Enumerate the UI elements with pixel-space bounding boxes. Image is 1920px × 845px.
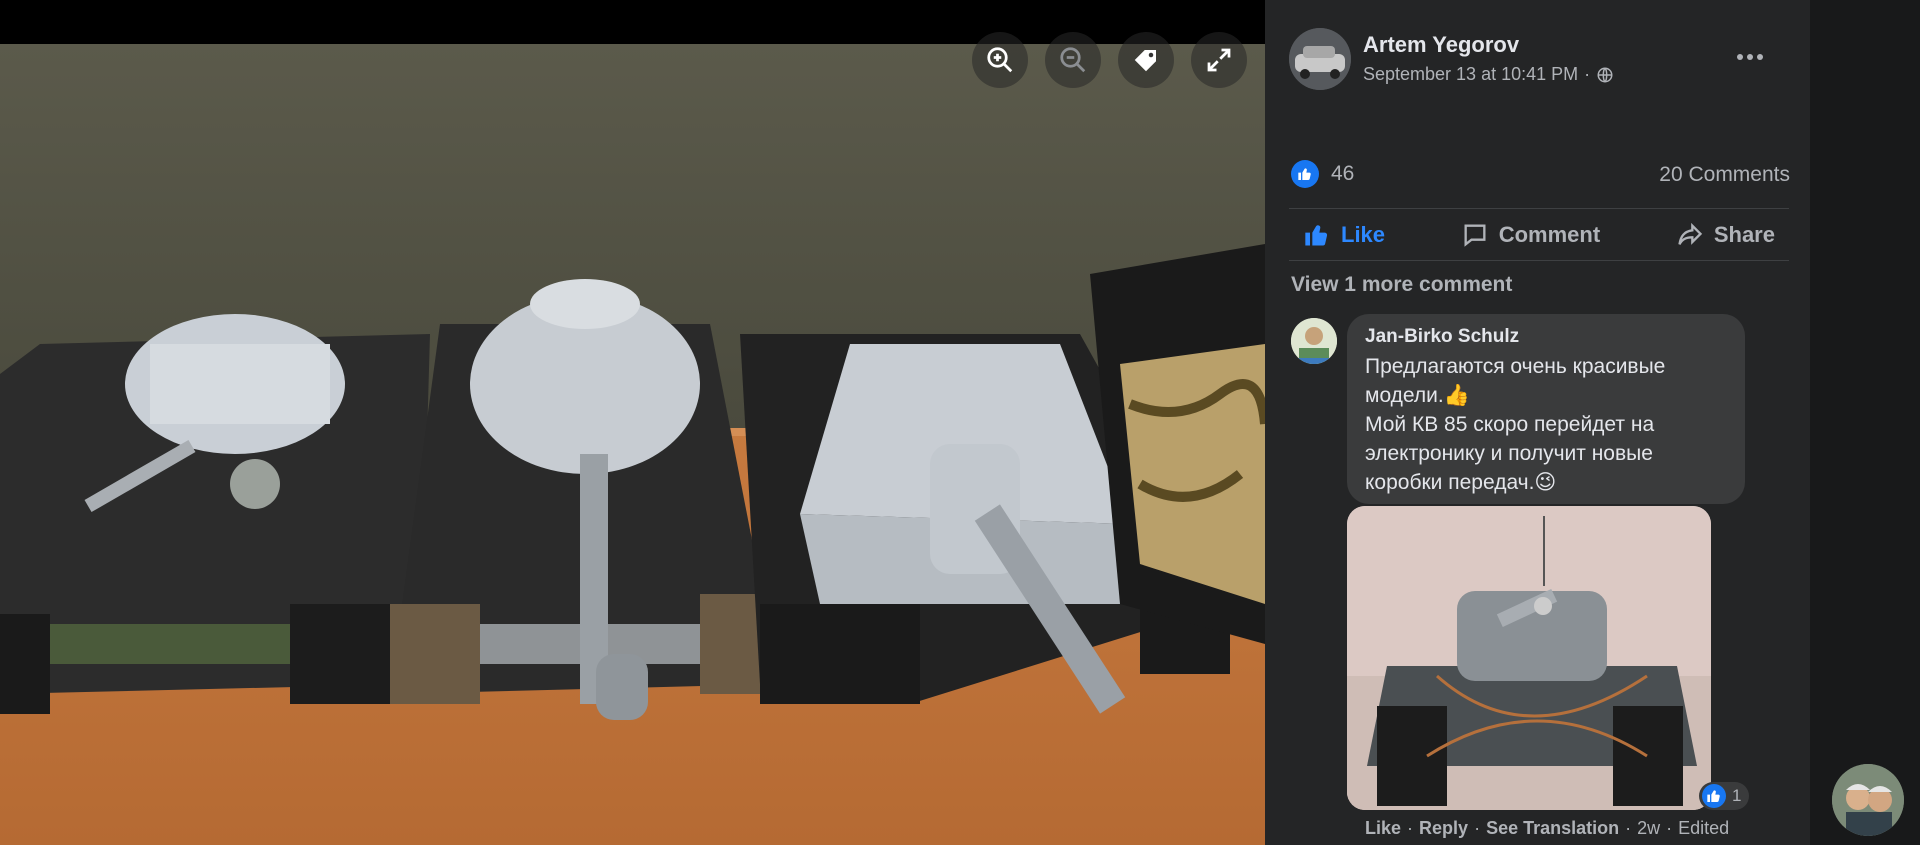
- edited-label: Edited: [1678, 818, 1730, 838]
- view-more-comments[interactable]: View 1 more comment: [1291, 273, 1512, 297]
- comment-bubble: Jan-Birko Schulz Предлагаются очень крас…: [1347, 314, 1745, 504]
- commenter-avatar[interactable]: [1291, 318, 1337, 364]
- like-reaction-icon: [1291, 160, 1319, 188]
- post-meta: September 13 at 10:41 PM ·: [1363, 64, 1614, 85]
- post-actions: Like Comment Share: [1289, 212, 1789, 258]
- zoom-in-button[interactable]: [972, 32, 1028, 88]
- comment-time[interactable]: 2w: [1637, 818, 1660, 839]
- more-dot: [1757, 54, 1763, 60]
- photo-reaction-count: 1: [1732, 786, 1742, 805]
- comment-reply-link[interactable]: Reply: [1419, 818, 1468, 839]
- comment-label: Comment: [1498, 222, 1601, 247]
- photo-viewer: [0, 0, 1265, 845]
- divider-bottom: [1289, 260, 1789, 261]
- divider-top: [1289, 208, 1789, 209]
- reaction-count: 46: [1331, 162, 1355, 185]
- tag-icon: [1134, 50, 1156, 72]
- comment-count[interactable]: 20 Comments: [1659, 163, 1790, 187]
- fullscreen-icon: [1207, 48, 1231, 72]
- comment-photo[interactable]: [1347, 506, 1711, 810]
- dot-separator: ·: [1625, 818, 1632, 838]
- share-button[interactable]: Share: [1662, 215, 1789, 255]
- comment-like-link[interactable]: Like: [1365, 818, 1401, 839]
- tag-button[interactable]: [1118, 32, 1174, 88]
- fullscreen-button[interactable]: [1191, 32, 1247, 88]
- comment-button[interactable]: Comment: [1447, 215, 1614, 255]
- commenter-name[interactable]: Jan-Birko Schulz: [1365, 326, 1727, 348]
- post-panel: Artem Yegorov September 13 at 10:41 PM ·…: [1265, 0, 1810, 845]
- dot-separator: ·: [1666, 818, 1673, 838]
- more-options-button[interactable]: [1730, 40, 1770, 74]
- photo-toolbar: [972, 32, 1247, 88]
- reaction-summary[interactable]: 46: [1291, 160, 1354, 188]
- like-reaction-icon: [1702, 784, 1726, 808]
- see-translation-link[interactable]: See Translation: [1486, 818, 1619, 839]
- post-photo[interactable]: [0, 44, 1265, 845]
- zoom-out-icon: [1060, 47, 1086, 73]
- more-dots-icon: [1737, 54, 1743, 60]
- right-rail: [1810, 0, 1920, 845]
- share-label: Share: [1713, 222, 1775, 247]
- photo-reaction[interactable]: 1: [1699, 782, 1750, 810]
- zoom-in-icon: [987, 47, 1013, 73]
- photo-viewer-page: Artem Yegorov September 13 at 10:41 PM ·…: [0, 0, 1920, 845]
- zoom-out-button[interactable]: [1045, 32, 1101, 88]
- dot-separator: ·: [1474, 818, 1481, 838]
- globe-icon[interactable]: [1596, 66, 1614, 84]
- like-label: Like: [1341, 222, 1386, 247]
- author-avatar[interactable]: [1289, 28, 1351, 90]
- author-name[interactable]: Artem Yegorov: [1363, 32, 1519, 58]
- like-button[interactable]: Like: [1289, 215, 1399, 255]
- post-timestamp[interactable]: September 13 at 10:41 PM: [1363, 64, 1578, 85]
- comment-icon: [1464, 224, 1486, 247]
- dot-separator: ·: [1407, 818, 1414, 838]
- tank-model-1: [0, 314, 430, 714]
- thumbs-up-icon: [1305, 225, 1328, 246]
- comment-text: Предлагаются очень красивые модели.👍 Мой…: [1365, 355, 1666, 494]
- share-icon: [1678, 222, 1702, 245]
- comment-actions: Like · Reply · See Translation · 2w · Ed…: [1365, 818, 1729, 839]
- chat-contact-avatar[interactable]: [1832, 764, 1904, 836]
- more-dot: [1747, 54, 1753, 60]
- meta-separator: ·: [1584, 64, 1591, 84]
